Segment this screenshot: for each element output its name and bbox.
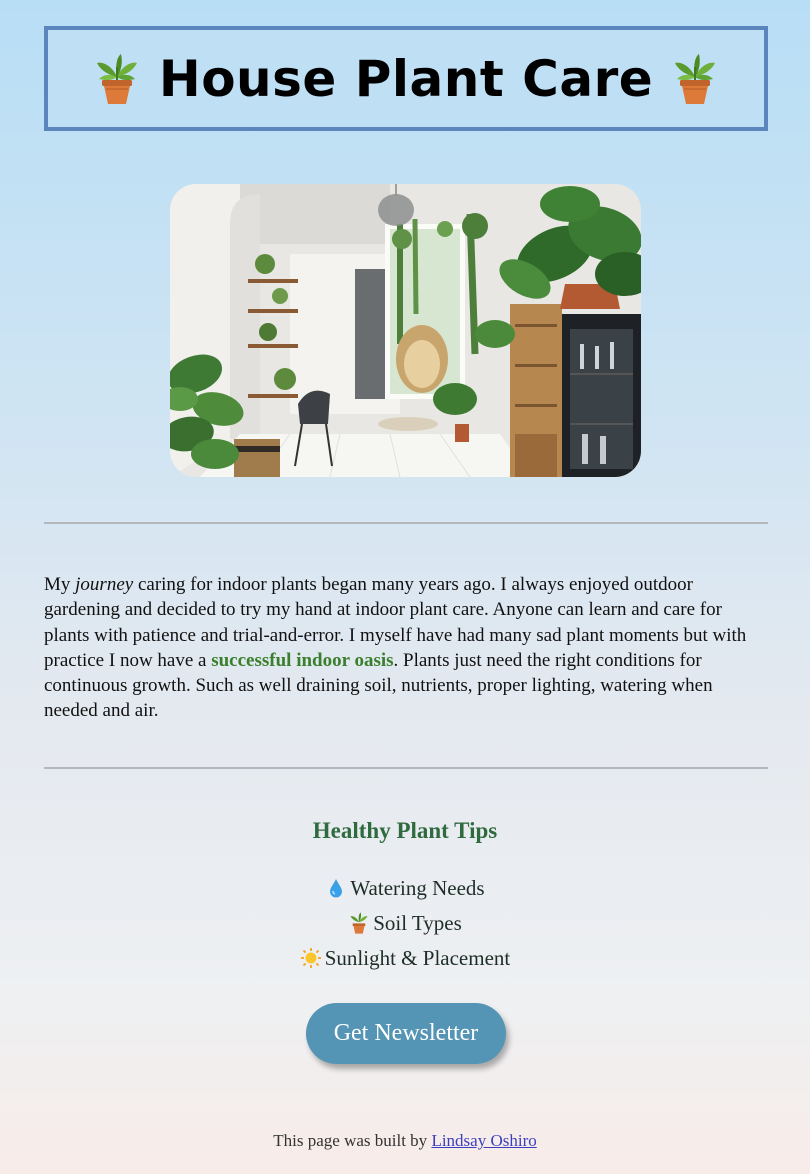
tip-label: Watering Needs (350, 875, 485, 900)
intro-paragraph: My journey caring for indoor plants bega… (44, 572, 768, 724)
potted-plant-icon (96, 53, 137, 104)
sun-icon (300, 947, 321, 968)
intro-emphasis: journey (75, 574, 134, 595)
header-banner: House Plant Care (44, 26, 768, 131)
author-link[interactable]: Lindsay Oshiro (431, 1131, 536, 1150)
tip-label: Sunlight & Placement (324, 945, 511, 970)
footer-text: This page was built by (273, 1131, 432, 1150)
tip-item-watering: Watering Needs (0, 870, 810, 905)
divider (44, 767, 768, 769)
intro-highlight: successful indoor oasis (211, 649, 394, 671)
footer: This page was built by Lindsay Oshiro (0, 1131, 810, 1151)
tips-list: Watering Needs Soil Types Sunlight & Pla… (0, 870, 810, 975)
tip-label: Soil Types (373, 910, 462, 935)
tip-item-soil: Soil Types (0, 905, 810, 940)
droplet-icon (330, 878, 343, 897)
tips-heading: Healthy Plant Tips (312, 818, 498, 843)
hero-image (170, 184, 641, 477)
page-title: House Plant Care (93, 50, 719, 108)
get-newsletter-button[interactable]: Get Newsletter (306, 1003, 506, 1064)
tip-item-sunlight: Sunlight & Placement (0, 940, 810, 975)
potted-plant-icon (675, 53, 716, 104)
plant-room-illustration (170, 184, 641, 477)
page-title-text: House Plant Care (158, 49, 654, 108)
divider (44, 522, 768, 524)
potted-plant-icon (350, 911, 368, 934)
intro-text: My (44, 574, 76, 595)
